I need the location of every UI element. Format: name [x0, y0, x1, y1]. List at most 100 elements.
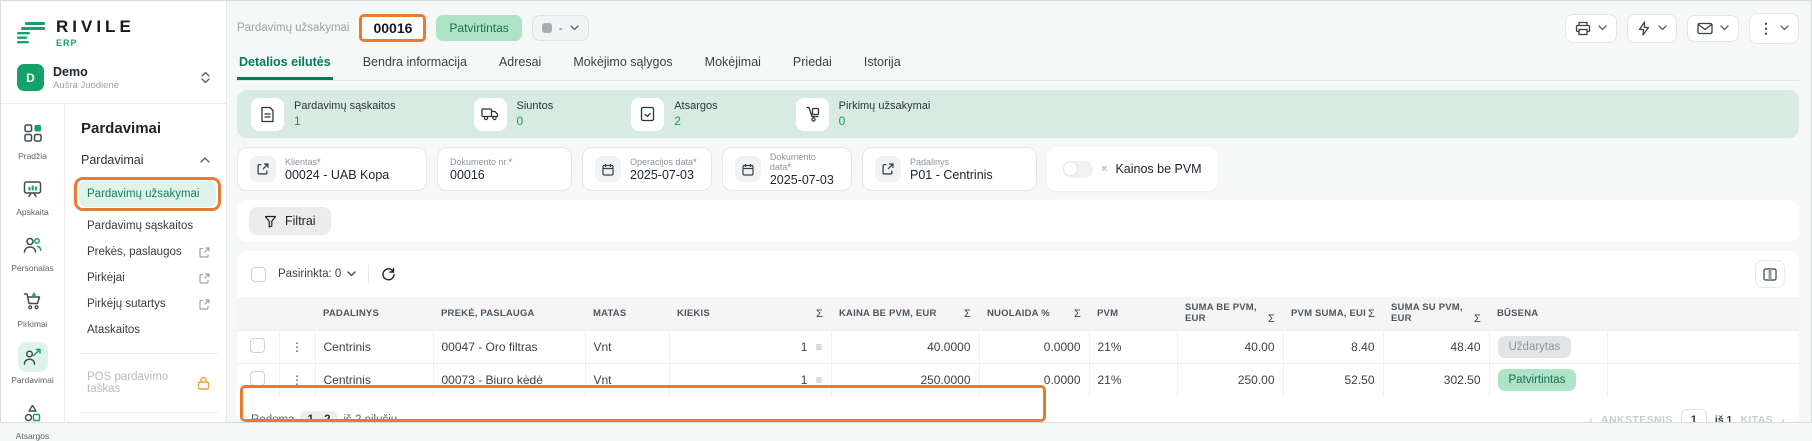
toggle-label: Kainos be PVM: [1115, 162, 1201, 176]
col-suma-be-pvm[interactable]: SUMA BE PVM, EURΣ: [1177, 297, 1283, 331]
col-preke-paslauga[interactable]: PREKĖ, PASLAUGA: [433, 297, 585, 331]
brand-sub: ERP: [56, 38, 135, 48]
sigma-icon[interactable]: Σ: [1268, 313, 1275, 325]
chevron-right-icon: ›: [1781, 414, 1785, 423]
row-checkbox[interactable]: [250, 338, 265, 353]
actions-button[interactable]: [1627, 14, 1677, 43]
external-link-icon: [199, 247, 210, 258]
tab-adresai[interactable]: Adresai: [497, 49, 543, 80]
user-subtitle: Aušra Juodienė: [53, 80, 192, 91]
menu-title: Pardavimai: [81, 120, 218, 137]
field-dokumento-nr[interactable]: Dokumento nr.* 00016: [437, 147, 572, 191]
field-label: Dokumento nr.: [450, 157, 509, 167]
showing-total: iš 2 eilučių: [343, 414, 397, 423]
sigma-icon[interactable]: Σ: [964, 308, 971, 320]
col-padalinys[interactable]: PADALINYS: [315, 297, 433, 331]
people-icon: [18, 230, 48, 260]
email-button[interactable]: [1687, 15, 1739, 42]
row-menu-button[interactable]: ⋮: [279, 331, 315, 364]
table-row[interactable]: ⋮ Centrinis 00073 - Biuro kėdė Vnt 1≡ 25…: [237, 364, 1799, 397]
more-menu-button[interactable]: ⋮: [1749, 13, 1799, 44]
table-row[interactable]: ⋮ Centrinis 00047 - Oro filtras Vnt 1≡ 4…: [237, 331, 1799, 364]
sigma-icon[interactable]: Σ: [816, 308, 823, 320]
sigma-icon[interactable]: Σ: [1474, 313, 1481, 325]
refresh-button[interactable]: [381, 267, 396, 282]
rail-item-personalas[interactable]: Personalas: [5, 230, 61, 273]
rail-item-apskaita[interactable]: Apskaita: [5, 174, 61, 217]
rail-item-pradzia[interactable]: Pradžia: [5, 118, 61, 161]
dashboard-icon: [18, 118, 48, 148]
tab-mokejimo-salygos[interactable]: Mokėjimo sąlygos: [571, 49, 674, 80]
print-button[interactable]: [1565, 14, 1617, 43]
prev-page-button[interactable]: ANKSTESNIS: [1601, 414, 1673, 423]
field-klientas[interactable]: Klientas* 00024 - UAB Kopa: [237, 147, 427, 191]
sidebar-item-pardavimu-saskaitos[interactable]: Pardavimų sąskaitos: [79, 213, 218, 239]
cell-suma-be: 250.00: [1177, 364, 1283, 397]
rail-item-atsargos[interactable]: Atsargos: [5, 398, 61, 441]
cell-matas: Vnt: [585, 364, 669, 397]
cell-preke: 00047 - Oro filtras: [433, 331, 585, 364]
col-pvm-suma[interactable]: PVM SUMA, EUIΣ: [1283, 297, 1383, 331]
field-padalinys[interactable]: Padalinys P01 - Centrinis: [862, 147, 1037, 191]
sidebar-item-prekes-paslaugos[interactable]: Prekės, paslaugos: [79, 239, 218, 265]
sidebar-item-pirkejai[interactable]: Pirkėjai: [79, 265, 218, 291]
kainos-be-pvm-toggle[interactable]: × Kainos be PVM: [1047, 147, 1218, 191]
lines-icon[interactable]: ≡: [815, 373, 822, 387]
main-content: Pardavimų užsakymai 00016 Patvirtintas -: [227, 1, 1811, 422]
sigma-icon[interactable]: Σ: [1074, 308, 1081, 320]
rail-item-pardavimai[interactable]: Pardavimai: [5, 342, 61, 385]
next-page-button[interactable]: KITAS: [1740, 414, 1773, 423]
col-pvm[interactable]: PVM: [1089, 297, 1177, 331]
chevron-down-icon: [1598, 25, 1607, 31]
color-status-dropdown[interactable]: -: [532, 15, 589, 41]
tab-bendra-informacija[interactable]: Bendra informacija: [361, 49, 469, 80]
summary-value: 1: [294, 114, 396, 128]
col-suma-su-pvm[interactable]: SUMA SU PVM, EURΣ: [1383, 297, 1489, 331]
filters-button[interactable]: Filtrai: [249, 207, 331, 235]
sidebar-item-pirkeju-sutartys[interactable]: Pirkėjų sutartys: [79, 291, 218, 317]
tab-istorija[interactable]: Istorija: [862, 49, 903, 80]
tab-mokejimai[interactable]: Mokėjimai: [703, 49, 763, 80]
rail-item-pirkimai[interactable]: Pirkimai: [5, 286, 61, 329]
external-link-icon: [875, 156, 901, 182]
side-menu: Pardavimai Pardavimai Pardavimų užsakyma…: [65, 104, 226, 422]
rail-label: Pardavimai: [11, 375, 54, 385]
cell-kiekis: 1: [801, 340, 808, 354]
summary-atsargos[interactable]: Atsargos2: [631, 98, 717, 131]
sales-icon: [18, 342, 48, 372]
required-asterisk: *: [787, 162, 791, 172]
tab-detalios-eilutes[interactable]: Detalios eilutės: [237, 49, 333, 80]
column-settings-button[interactable]: [1755, 260, 1785, 288]
brand-name: RIVILE: [56, 17, 135, 37]
table-header-row: PADALINYS PREKĖ, PASLAUGA MATAS KIEKISΣ …: [237, 297, 1799, 331]
sidebar-item-pardavimu-uzsakymai[interactable]: Pardavimų užsakymai: [79, 181, 216, 207]
col-kiekis[interactable]: KIEKISΣ: [669, 297, 831, 331]
chevron-down-icon: [1780, 25, 1789, 31]
page-header: Pardavimų užsakymai 00016 Patvirtintas -: [237, 11, 1799, 45]
summary-siuntos[interactable]: Siuntos0: [474, 98, 554, 131]
row-menu-button[interactable]: ⋮: [279, 364, 315, 397]
row-checkbox[interactable]: [250, 371, 265, 386]
sigma-icon[interactable]: Σ: [1368, 308, 1375, 320]
col-matas[interactable]: MATAS: [585, 297, 669, 331]
sidebar: RIVILE ERP D Demo Aušra Juodienė Prad: [1, 1, 227, 422]
sidebar-item-pos[interactable]: POS pardavimo taškas: [79, 364, 218, 402]
sidebar-item-ataskaitos[interactable]: Ataskaitos: [79, 317, 218, 343]
lines-icon[interactable]: ≡: [815, 340, 822, 354]
field-dokumento-data[interactable]: Dokumento data* 2025-07-03: [722, 147, 852, 191]
summary-pardavimu-saskaitos[interactable]: Pardavimų sąskaitos1: [251, 98, 396, 131]
select-all-checkbox[interactable]: [251, 267, 266, 282]
field-operacijos-data[interactable]: Operacijos data* 2025-07-03: [582, 147, 712, 191]
col-nuolaida[interactable]: NUOLAIDA %Σ: [979, 297, 1089, 331]
col-kaina-be-pvm[interactable]: KAINA BE PVM, EURΣ: [831, 297, 979, 331]
invoice-icon: [251, 98, 284, 131]
col-busena[interactable]: BŪSENA: [1489, 297, 1607, 331]
selected-count-dropdown[interactable]: Pasirinkta: 0: [278, 268, 356, 280]
tab-priedai[interactable]: Priedai: [791, 49, 834, 80]
filters-bar: Filtrai: [237, 200, 1799, 242]
account-switcher[interactable]: D Demo Aušra Juodienė: [1, 58, 226, 103]
summary-pirkimu-uzsakymai[interactable]: Pirkimų užsakymai0: [796, 98, 931, 131]
field-label: Padalinys: [910, 157, 949, 167]
menu-group-pardavimai[interactable]: Pardavimai: [79, 149, 218, 177]
current-page[interactable]: 1: [1681, 409, 1707, 423]
